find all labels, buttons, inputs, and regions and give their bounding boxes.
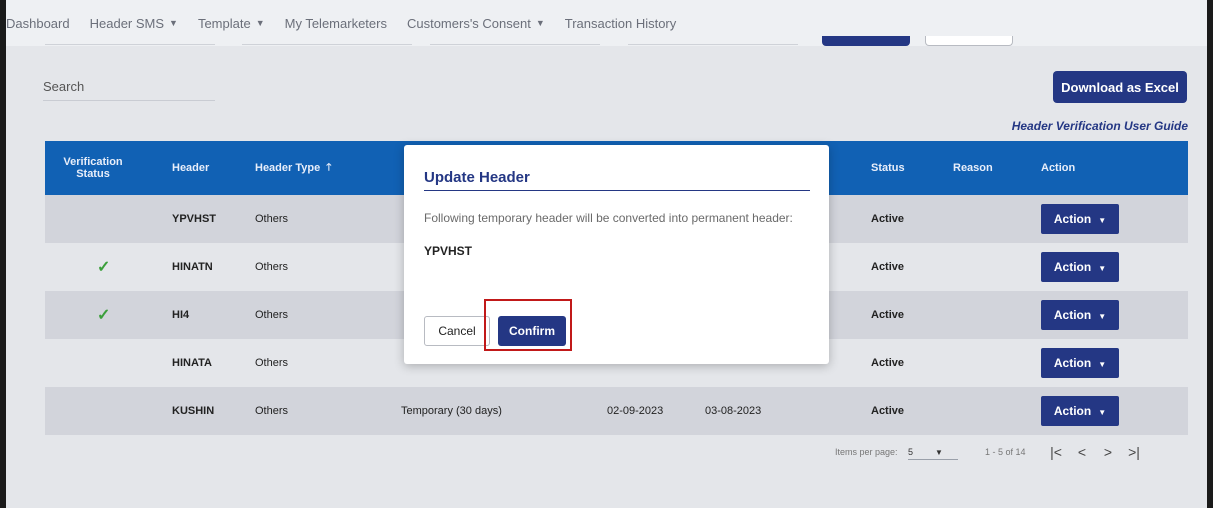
nav-label: My Telemarketers	[284, 16, 387, 31]
row-action-button[interactable]: Action ▼	[1041, 204, 1119, 234]
action-label: Action	[1053, 404, 1092, 418]
caret-down-icon: ▼	[1098, 311, 1107, 321]
top-nav: Dashboard Header SMS ▼ Template ▼ My Telem…	[6, 0, 1207, 46]
caret-down-icon: ▼	[1098, 263, 1107, 273]
verified-check-icon: ✓	[97, 307, 111, 324]
cell-header: KUSHIN	[172, 405, 215, 417]
cell-header: HINATA	[172, 357, 212, 369]
items-per-page-label: Items per page:	[835, 447, 898, 457]
action-label: Action	[1053, 308, 1092, 322]
cell-type: Others	[255, 309, 289, 321]
cell-header: YPVHST	[172, 213, 217, 225]
col-header[interactable]: Header	[172, 141, 209, 195]
sort-up-arrow-icon[interactable]: 🡑	[326, 160, 331, 177]
col-reason[interactable]: Reason	[953, 141, 993, 195]
action-label: Action	[1053, 356, 1092, 370]
update-header-modal: Update Header Following temporary header…	[404, 145, 829, 364]
caret-down-icon: ▼	[1098, 215, 1107, 225]
items-per-page-select[interactable]: 5 ▼	[908, 447, 958, 460]
prev-page-icon[interactable]: <	[1069, 444, 1095, 460]
cell-type: Others	[255, 357, 289, 369]
filter-field-underline	[430, 44, 600, 45]
cell-date-1: 02-09-2023	[607, 405, 664, 417]
cell-header: HINATN	[172, 261, 213, 273]
cell-status: Active	[871, 213, 905, 225]
page-range: 1 - 5 of 14	[985, 447, 1026, 457]
nav-dashboard[interactable]: Dashboard	[6, 0, 80, 46]
row-action-button[interactable]: Action ▼	[1041, 252, 1119, 282]
filter-field-underline	[628, 44, 798, 45]
row-action-button[interactable]: Action ▼	[1041, 348, 1119, 378]
next-page-icon[interactable]: >	[1095, 444, 1121, 460]
caret-down-icon: ▼	[535, 18, 545, 28]
cell-type: Others	[255, 405, 289, 417]
cancel-button[interactable]: Cancel	[424, 316, 490, 346]
cell-type: Others	[255, 261, 289, 273]
cell-type: Others	[255, 213, 289, 225]
last-page-icon[interactable]: >|	[1121, 444, 1147, 460]
items-per-page-value: 5	[908, 447, 914, 457]
nav-label: Transaction History	[564, 16, 677, 31]
nav-customers-consent[interactable]: Customers's Consent ▼	[397, 0, 555, 46]
caret-down-icon: ▼	[255, 18, 265, 28]
confirm-button[interactable]: Confirm	[498, 316, 566, 346]
cell-status: Active	[871, 405, 905, 417]
filter-field-underline	[242, 44, 412, 45]
filter-reset-button[interactable]	[925, 36, 1013, 46]
cell-header: HI4	[172, 309, 190, 321]
cell-date-2: 03-08-2023	[705, 405, 762, 417]
first-page-icon[interactable]: |<	[1043, 444, 1069, 460]
nav-transaction-history[interactable]: Transaction History	[555, 0, 687, 46]
cell-status: Active	[871, 309, 905, 321]
col-action: Action	[1041, 162, 1076, 174]
col-header-type-label: Header Type	[255, 162, 321, 174]
search-input[interactable]: Search	[43, 79, 215, 101]
nav-label: Customers's Consent	[406, 16, 531, 31]
caret-down-icon: ▼	[169, 18, 178, 28]
filter-search-button[interactable]	[822, 36, 910, 46]
download-excel-button[interactable]: Download as Excel	[1053, 71, 1187, 103]
action-label: Action	[1053, 260, 1092, 274]
caret-down-icon: ▼	[1098, 407, 1107, 417]
nav-label: Template	[197, 16, 251, 31]
row-action-button[interactable]: Action ▼	[1041, 300, 1119, 330]
action-label: Action	[1053, 212, 1092, 226]
nav-label: Dashboard	[6, 16, 70, 31]
table-row: KUSHIN Others Temporary (30 days) 02-09-…	[45, 387, 1188, 435]
verified-check-icon: ✓	[97, 259, 111, 276]
nav-template[interactable]: Template ▼	[188, 0, 275, 46]
modal-title: Update Header	[424, 169, 810, 191]
row-action-button[interactable]: Action ▼	[1041, 396, 1119, 426]
modal-message: Following temporary header will be conve…	[424, 211, 793, 225]
search-placeholder: Search	[43, 79, 85, 94]
cell-category: Temporary (30 days)	[401, 405, 502, 417]
caret-down-icon: ▼	[1098, 359, 1107, 369]
caret-down-icon: ▼	[935, 448, 943, 457]
modal-header-value: YPVHST	[424, 244, 473, 258]
filter-field-underline	[45, 44, 215, 45]
user-guide-link[interactable]: Header Verification User Guide	[1010, 119, 1188, 133]
nav-header-sms[interactable]: Header SMS ▼	[80, 0, 188, 46]
cell-status: Active	[871, 357, 905, 369]
col-verification-status[interactable]: Verification Status	[57, 141, 129, 195]
cell-status: Active	[871, 261, 905, 273]
col-status[interactable]: Status	[871, 141, 905, 195]
pager-controls: |< < > >|	[1043, 444, 1147, 460]
nav-label: Header SMS	[89, 16, 165, 31]
col-header-type[interactable]: Header Type 🡑	[255, 141, 331, 195]
nav-my-telemarketers[interactable]: My Telemarketers	[275, 0, 397, 46]
